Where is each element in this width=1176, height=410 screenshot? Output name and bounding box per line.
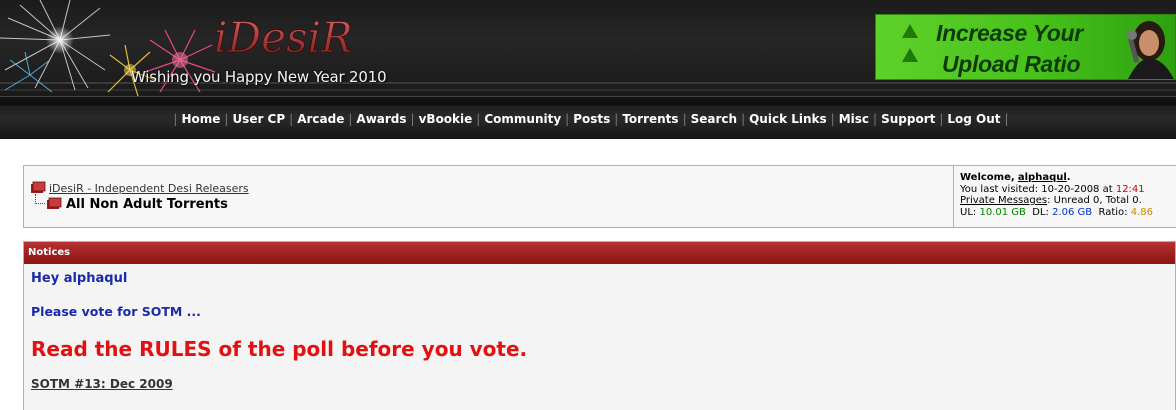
ratio-line: UL: 10.01 GB DL: 2.06 GB Ratio: 4.86 — [960, 207, 1176, 219]
up-arrows-icon — [902, 24, 918, 62]
nav-separator: | — [873, 111, 878, 126]
breadcrumb-site-link[interactable]: iDesiR - Independent Desi Releasers — [49, 182, 249, 195]
nav-separator: | — [614, 111, 619, 126]
nav-item-home[interactable]: Home — [181, 112, 220, 126]
nav-separator: | — [682, 111, 687, 126]
welcome-label: Welcome, — [960, 172, 1015, 183]
private-messages-line: Private Messages: Unread 0, Total 0. — [960, 195, 1176, 207]
nav-separator: | — [224, 111, 229, 126]
nav-separator: | — [565, 111, 570, 126]
forum-folder-icon — [47, 197, 62, 209]
nav-item-user-cp[interactable]: User CP — [232, 112, 285, 126]
nav-separator: | — [348, 111, 353, 126]
nav-item-support[interactable]: Support — [881, 112, 935, 126]
dl-value: 2.06 GB — [1052, 206, 1093, 218]
singer-photo — [1127, 21, 1174, 79]
breadcrumb-panel: iDesiR - Independent Desi Releasers All … — [23, 165, 1176, 228]
notices-title: Notices — [24, 242, 1175, 264]
sotm-poll-link[interactable]: SOTM #13: Dec 2009 — [31, 377, 173, 391]
header-tagline: Wishing you Happy New Year 2010 — [131, 68, 387, 86]
ad-line-1: Increase Your — [936, 20, 1083, 46]
nav-separator: | — [476, 111, 481, 126]
notice-vote-message: Please vote for SOTM ... — [31, 304, 201, 319]
ul-value: 10.01 GB — [979, 206, 1026, 218]
rules-keyword: RULES — [139, 337, 212, 361]
last-visited-label: You last visited: — [960, 183, 1039, 195]
nav-item-awards[interactable]: Awards — [356, 112, 406, 126]
private-messages-link[interactable]: Private Messages — [960, 195, 1047, 206]
tree-connector — [35, 194, 45, 204]
last-visited-time: 12:41 — [1115, 183, 1145, 195]
notices-panel: Notices Hey alphaqul Please vote for SOT… — [23, 241, 1176, 410]
nav-separator: | — [410, 111, 415, 126]
last-visited-date: 10-20-2008 at — [1041, 183, 1113, 195]
welcome-box: Welcome, alphaqul. You last visited: 10-… — [953, 166, 1176, 227]
nav-item-community[interactable]: Community — [484, 112, 561, 126]
nav-separator: | — [939, 111, 944, 126]
nav-item-torrents[interactable]: Torrents — [622, 112, 678, 126]
site-logo[interactable]: iDesiR — [210, 8, 400, 64]
last-visited-line: You last visited: 10-20-2008 at 12:41 — [960, 184, 1176, 196]
site-header: iDesiR Wishing you Happy New Year 2010 I… — [0, 0, 1176, 96]
ul-label: UL: — [960, 206, 977, 218]
nav-item-misc[interactable]: Misc — [839, 112, 869, 126]
rules-prefix: Read the — [31, 337, 140, 361]
ad-banner-upload-ratio[interactable]: Increase Your Upload Ratio — [875, 14, 1176, 80]
rules-suffix: of the poll before you vote. — [211, 337, 528, 361]
nav-item-search[interactable]: Search — [691, 112, 737, 126]
page-title: All Non Adult Torrents — [66, 197, 228, 212]
nav-item-quick-links[interactable]: Quick Links — [749, 112, 827, 126]
forum-home-icon — [31, 181, 46, 193]
nav-item-vbookie[interactable]: vBookie — [419, 112, 473, 126]
breadcrumb: iDesiR - Independent Desi Releasers All … — [24, 166, 953, 227]
nav-item-posts[interactable]: Posts — [573, 112, 610, 126]
dl-label: DL: — [1032, 206, 1049, 218]
ratio-label: Ratio: — [1098, 206, 1128, 218]
welcome-line: Welcome, alphaqul. — [960, 172, 1071, 183]
nav-separator: | — [741, 111, 746, 126]
nav-items: | Home | User CP | Arcade | Awards | vBo… — [0, 97, 1176, 140]
nav-item-log-out[interactable]: Log Out — [947, 112, 1000, 126]
nav-item-arcade[interactable]: Arcade — [297, 112, 344, 126]
main-navigation: | Home | User CP | Arcade | Awards | vBo… — [0, 96, 1176, 139]
private-messages-status: : Unread 0, Total 0. — [1047, 195, 1142, 206]
notice-rules-message: Read the RULES of the poll before you vo… — [31, 337, 527, 361]
nav-separator: | — [830, 111, 835, 126]
ratio-value: 4.86 — [1130, 206, 1153, 218]
notice-greeting: Hey alphaqul — [31, 271, 128, 286]
nav-separator: | — [173, 111, 178, 126]
ad-line-2: Upload Ratio — [942, 51, 1081, 77]
nav-separator: | — [1004, 111, 1009, 126]
logo-text: iDesiR — [214, 13, 353, 62]
username-link[interactable]: alphaqul — [1018, 172, 1067, 183]
nav-separator: | — [289, 111, 294, 126]
